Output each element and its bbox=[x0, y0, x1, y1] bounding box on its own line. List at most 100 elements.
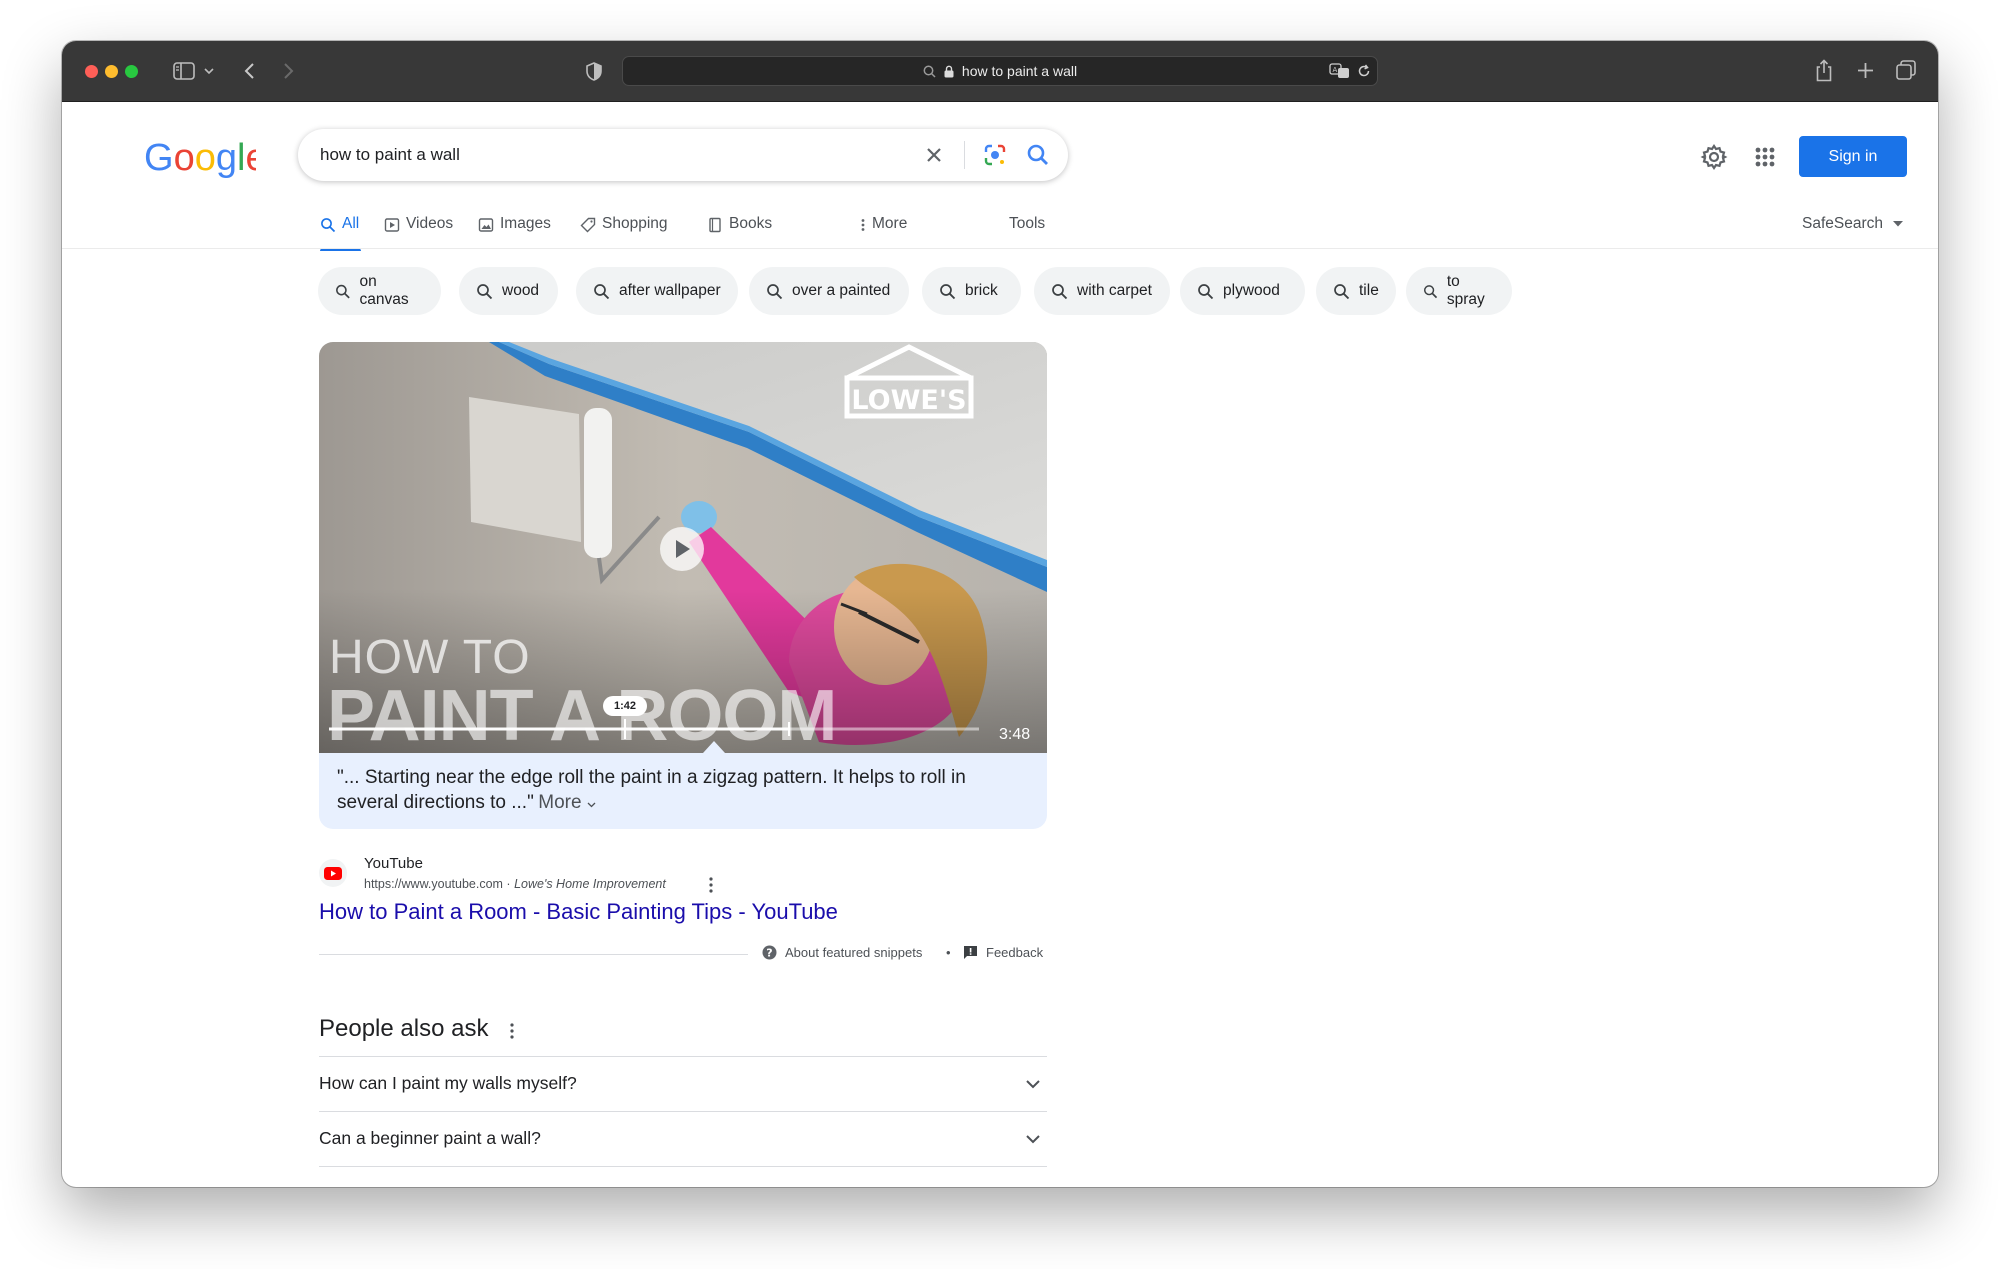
chip-tile[interactable]: tile bbox=[1316, 267, 1396, 315]
video-player[interactable]: LOWE'S HOW TO PAINT A ROOM 1:42 3:48 bbox=[319, 342, 1047, 753]
browser-window: how to paint a wall A Google how to pain… bbox=[62, 41, 1938, 1187]
more-vert-icon[interactable] bbox=[506, 1020, 518, 1042]
featured-snippet: "... Starting near the edge roll the pai… bbox=[319, 753, 1047, 829]
source-url[interactable]: https://www.youtube.com · Lowe's Home Im… bbox=[364, 877, 666, 891]
google-logo[interactable]: Google bbox=[144, 137, 256, 179]
chip-to-spray[interactable]: to spray bbox=[1406, 267, 1512, 315]
lock-icon bbox=[944, 65, 954, 78]
chip-label: with carpet bbox=[1077, 282, 1152, 299]
tab-overview-icon[interactable] bbox=[1894, 58, 1918, 82]
search-icon bbox=[336, 284, 350, 299]
search-box[interactable]: how to paint a wall bbox=[298, 129, 1068, 181]
back-icon[interactable] bbox=[238, 59, 260, 83]
search-divider bbox=[964, 141, 965, 169]
video-duration: 3:48 bbox=[999, 726, 1031, 743]
svg-text:?: ? bbox=[766, 947, 772, 960]
chevron-down-icon bbox=[587, 802, 596, 808]
snippet-more-link[interactable]: More bbox=[538, 792, 596, 813]
chip-label: on canvas bbox=[359, 273, 409, 308]
header-divider bbox=[62, 248, 1938, 249]
feedback-link[interactable]: Feedback bbox=[963, 945, 1043, 960]
source-url-separator: · bbox=[502, 877, 515, 891]
chip-after-wallpaper[interactable]: after wallpaper bbox=[576, 267, 738, 315]
chip-wood[interactable]: wood bbox=[459, 267, 558, 315]
search-icon bbox=[477, 283, 493, 299]
paa-question-text: Can a beginner paint a wall? bbox=[319, 1128, 541, 1148]
safesearch-dropdown[interactable]: SafeSearch bbox=[1802, 215, 1903, 233]
chip-label: wood bbox=[502, 282, 540, 299]
url-text: how to paint a wall bbox=[961, 63, 1078, 79]
tab-label: All bbox=[342, 215, 360, 232]
browser-toolbar: how to paint a wall A bbox=[62, 41, 1938, 102]
translate-icon[interactable]: A bbox=[1329, 63, 1351, 79]
caret-down-icon bbox=[1893, 221, 1903, 227]
address-bar[interactable]: how to paint a wall A bbox=[622, 56, 1378, 86]
clear-icon[interactable] bbox=[920, 141, 948, 169]
result-title-link[interactable]: How to Paint a Room - Basic Painting Tip… bbox=[319, 899, 838, 925]
share-icon[interactable] bbox=[1812, 56, 1836, 84]
chip-label: over a painted bbox=[792, 282, 891, 299]
search-icon[interactable] bbox=[1024, 141, 1052, 169]
about-label: About featured snippets bbox=[785, 945, 923, 960]
chip-brick[interactable]: brick bbox=[922, 267, 1021, 315]
tab-label: More bbox=[872, 215, 908, 232]
chip-label: plywood bbox=[1223, 282, 1280, 299]
reload-icon[interactable] bbox=[1357, 64, 1371, 78]
video-overlay-title-line2: PAINT A ROOM bbox=[327, 676, 837, 753]
search-icon bbox=[923, 65, 936, 78]
google-lens-icon[interactable] bbox=[980, 140, 1010, 170]
source-name[interactable]: YouTube bbox=[364, 855, 423, 872]
privacy-shield-icon[interactable] bbox=[584, 59, 604, 83]
chip-label: after wallpaper bbox=[619, 282, 721, 299]
zoom-window-button[interactable] bbox=[125, 65, 138, 78]
tools-button[interactable]: Tools bbox=[1009, 215, 1045, 233]
search-icon bbox=[320, 217, 336, 233]
tab-label: Images bbox=[500, 215, 551, 232]
source-url-text: https://www.youtube.com bbox=[364, 877, 503, 891]
search-icon bbox=[767, 283, 783, 299]
chip-label: tile bbox=[1359, 282, 1379, 299]
paa-question[interactable]: Can a beginner paint a wall? bbox=[319, 1111, 1047, 1166]
search-icon bbox=[1198, 283, 1214, 299]
play-icon[interactable] bbox=[660, 527, 704, 571]
feedback-icon bbox=[964, 946, 977, 959]
people-also-ask-heading: People also ask bbox=[319, 1015, 489, 1042]
snippet-footer-divider bbox=[319, 954, 748, 955]
chip-on-canvas[interactable]: on canvas bbox=[318, 267, 441, 315]
svg-text:Google: Google bbox=[144, 137, 256, 179]
source-channel: Lowe's Home Improvement bbox=[514, 877, 666, 891]
more-label: More bbox=[538, 792, 582, 813]
chip-plywood[interactable]: plywood bbox=[1180, 267, 1305, 315]
video-timestamp: 1:42 bbox=[603, 696, 647, 716]
minimize-window-button[interactable] bbox=[105, 65, 118, 78]
youtube-favicon bbox=[319, 859, 347, 887]
svg-text:A: A bbox=[1333, 66, 1338, 74]
safesearch-label: SafeSearch bbox=[1802, 215, 1883, 232]
paa-question[interactable]: How can I paint my walls myself? bbox=[319, 1056, 1047, 1111]
video-icon bbox=[384, 217, 400, 233]
search-icon bbox=[1424, 284, 1438, 298]
sign-in-button[interactable]: Sign in bbox=[1799, 136, 1907, 177]
help-icon: ? bbox=[762, 945, 777, 960]
snippet-pointer bbox=[703, 741, 725, 753]
search-input[interactable]: how to paint a wall bbox=[320, 145, 460, 165]
forward-icon[interactable] bbox=[278, 59, 300, 83]
chip-with-carpet[interactable]: with carpet bbox=[1034, 267, 1170, 315]
more-vert-icon[interactable] bbox=[705, 875, 717, 895]
settings-gear-icon[interactable] bbox=[1699, 142, 1729, 172]
paa-divider bbox=[319, 1166, 1047, 1167]
sidebar-toggle-icon[interactable] bbox=[172, 60, 196, 82]
chevron-down-icon[interactable] bbox=[202, 63, 216, 79]
footer-dot-separator: • bbox=[946, 945, 951, 960]
tab-label: Videos bbox=[406, 215, 454, 232]
chevron-down-icon bbox=[1026, 1134, 1040, 1143]
chip-over-a-painted[interactable]: over a painted bbox=[749, 267, 909, 315]
close-window-button[interactable] bbox=[85, 65, 98, 78]
paa-question-text: How can I paint my walls myself? bbox=[319, 1073, 577, 1093]
search-icon bbox=[1052, 283, 1068, 299]
book-icon bbox=[707, 217, 723, 233]
google-apps-icon[interactable] bbox=[1750, 142, 1780, 172]
new-tab-icon[interactable] bbox=[1853, 58, 1877, 82]
search-icon bbox=[940, 283, 956, 299]
about-featured-snippets-link[interactable]: ? About featured snippets bbox=[762, 945, 922, 960]
